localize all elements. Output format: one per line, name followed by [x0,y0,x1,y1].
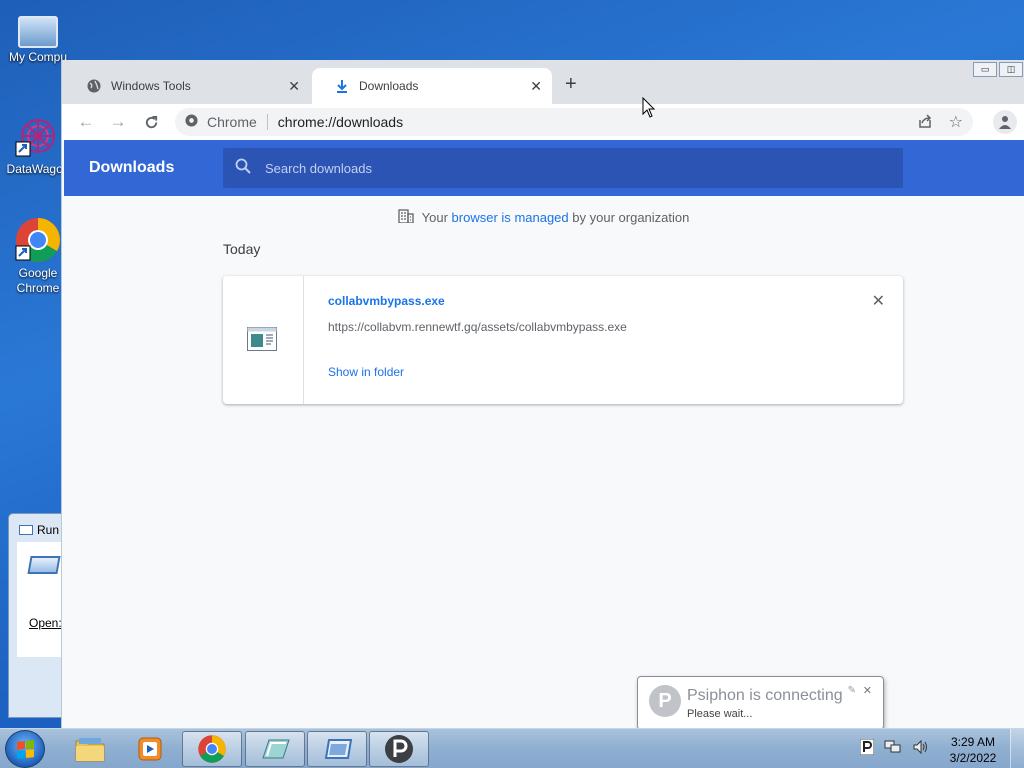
taskbar-run-button[interactable] [307,731,367,767]
toolbar: ← → Chrome chrome://downloads ☆ [62,104,1024,140]
volume-icon[interactable] [912,739,930,755]
psiphon-notification[interactable]: P Psiphon is connecting Please wait... ✎… [637,676,884,738]
omnibox-divider [266,114,268,130]
forward-arrow-icon[interactable]: → [108,112,128,132]
pin-icon[interactable]: ✎ [848,685,856,696]
tab-strip: ▭ ◫ Windows Tools ✕ Downloads ✕ + [62,60,1024,104]
date-section-heading: Today [223,241,261,257]
globe-icon [86,78,102,94]
browser-link[interactable]: browser [452,210,498,225]
minimize-button[interactable]: ▭ [973,62,997,77]
tab-label: Downloads [359,79,419,93]
download-icon [334,78,350,94]
chrome-site-icon [185,114,198,130]
close-notification-icon[interactable]: ✕ [863,684,872,697]
tab-windows-tools[interactable]: Windows Tools ✕ [64,68,310,104]
system-tray [860,739,930,755]
psiphon-icon: P [649,685,681,717]
run-icon [324,739,353,759]
taskbar-explorer-button[interactable] [60,731,120,767]
close-tab-icon[interactable]: ✕ [530,78,542,95]
downloads-header: Downloads Search downloads [64,140,1024,196]
media-player-icon [138,737,162,761]
window-controls: ▭ ◫ [973,62,1023,77]
reload-icon[interactable] [141,112,161,132]
taskbar-psiphon-button[interactable] [369,731,429,767]
explorer-icon [75,738,105,762]
download-filename-link[interactable]: collabvmbypass.exe [328,294,445,308]
mouse-cursor-icon [642,97,656,118]
desktop-icon-my-computer[interactable]: My Compu [0,8,76,65]
clock-date: 3/2/2022 [949,751,997,765]
clock-time: 3:29 AM [950,735,996,749]
download-item: collabvmbypass.exe https://collabvm.renn… [223,276,903,404]
taskbar-rdp-button[interactable] [245,731,305,767]
taskbar-chrome-button[interactable] [182,731,242,767]
open-label: Open: [29,616,62,630]
taskbar: 3:29 AM 3/2/2022 [0,728,1024,768]
windows-logo-icon [17,740,34,759]
profile-avatar-icon[interactable] [993,110,1017,134]
rdp-icon [262,739,290,759]
download-url[interactable]: https://collabvm.rennewtf.gq/assets/coll… [328,320,627,334]
exe-file-icon [247,327,277,351]
search-downloads-field[interactable]: Search downloads [223,148,903,188]
network-icon[interactable] [884,739,902,755]
omnibox[interactable]: Chrome chrome://downloads ☆ [175,108,973,136]
tab-label: Windows Tools [111,79,191,93]
chrome-window: ▭ ◫ Windows Tools ✕ Downloads ✕ + ← → Ch… [61,60,1024,728]
psiphon-tray-icon[interactable] [860,739,874,755]
notification-message: Please wait... [687,708,753,720]
close-tab-icon[interactable]: ✕ [288,78,300,95]
show-desktop-button[interactable] [1010,729,1024,768]
new-tab-button[interactable]: + [565,74,577,94]
managed-notice: Your browser is managed by your organiza… [62,209,1024,226]
remove-download-icon[interactable]: ✕ [872,294,885,310]
start-button[interactable] [5,730,45,768]
run-icon [19,525,33,535]
chrome-icon [14,216,62,264]
search-icon [235,158,251,179]
datawagon-icon [14,112,62,160]
page-title: Downloads [89,159,175,176]
show-in-folder-link[interactable]: Show in folder [328,365,404,379]
url-text[interactable]: chrome://downloads [278,114,403,130]
building-icon [397,209,414,226]
run-program-icon [27,556,61,574]
search-input[interactable]: Search downloads [265,161,372,176]
file-icon-pane [223,276,304,404]
share-icon[interactable] [917,113,933,132]
tab-downloads[interactable]: Downloads ✕ [312,68,552,104]
maximize-button[interactable]: ◫ [999,62,1023,77]
back-arrow-icon[interactable]: ← [76,112,96,132]
psiphon-icon [385,735,413,763]
site-label: Chrome [207,114,257,130]
managed-link[interactable]: managed [514,210,568,225]
notification-title: Psiphon is connecting [687,687,843,704]
computer-icon [18,16,58,48]
bookmark-star-icon[interactable]: ☆ [949,112,963,132]
is-link[interactable]: is [501,210,510,225]
chrome-icon [198,735,226,763]
taskbar-media-player-button[interactable] [120,731,180,767]
clock[interactable]: 3:29 AM 3/2/2022 [945,734,1001,766]
